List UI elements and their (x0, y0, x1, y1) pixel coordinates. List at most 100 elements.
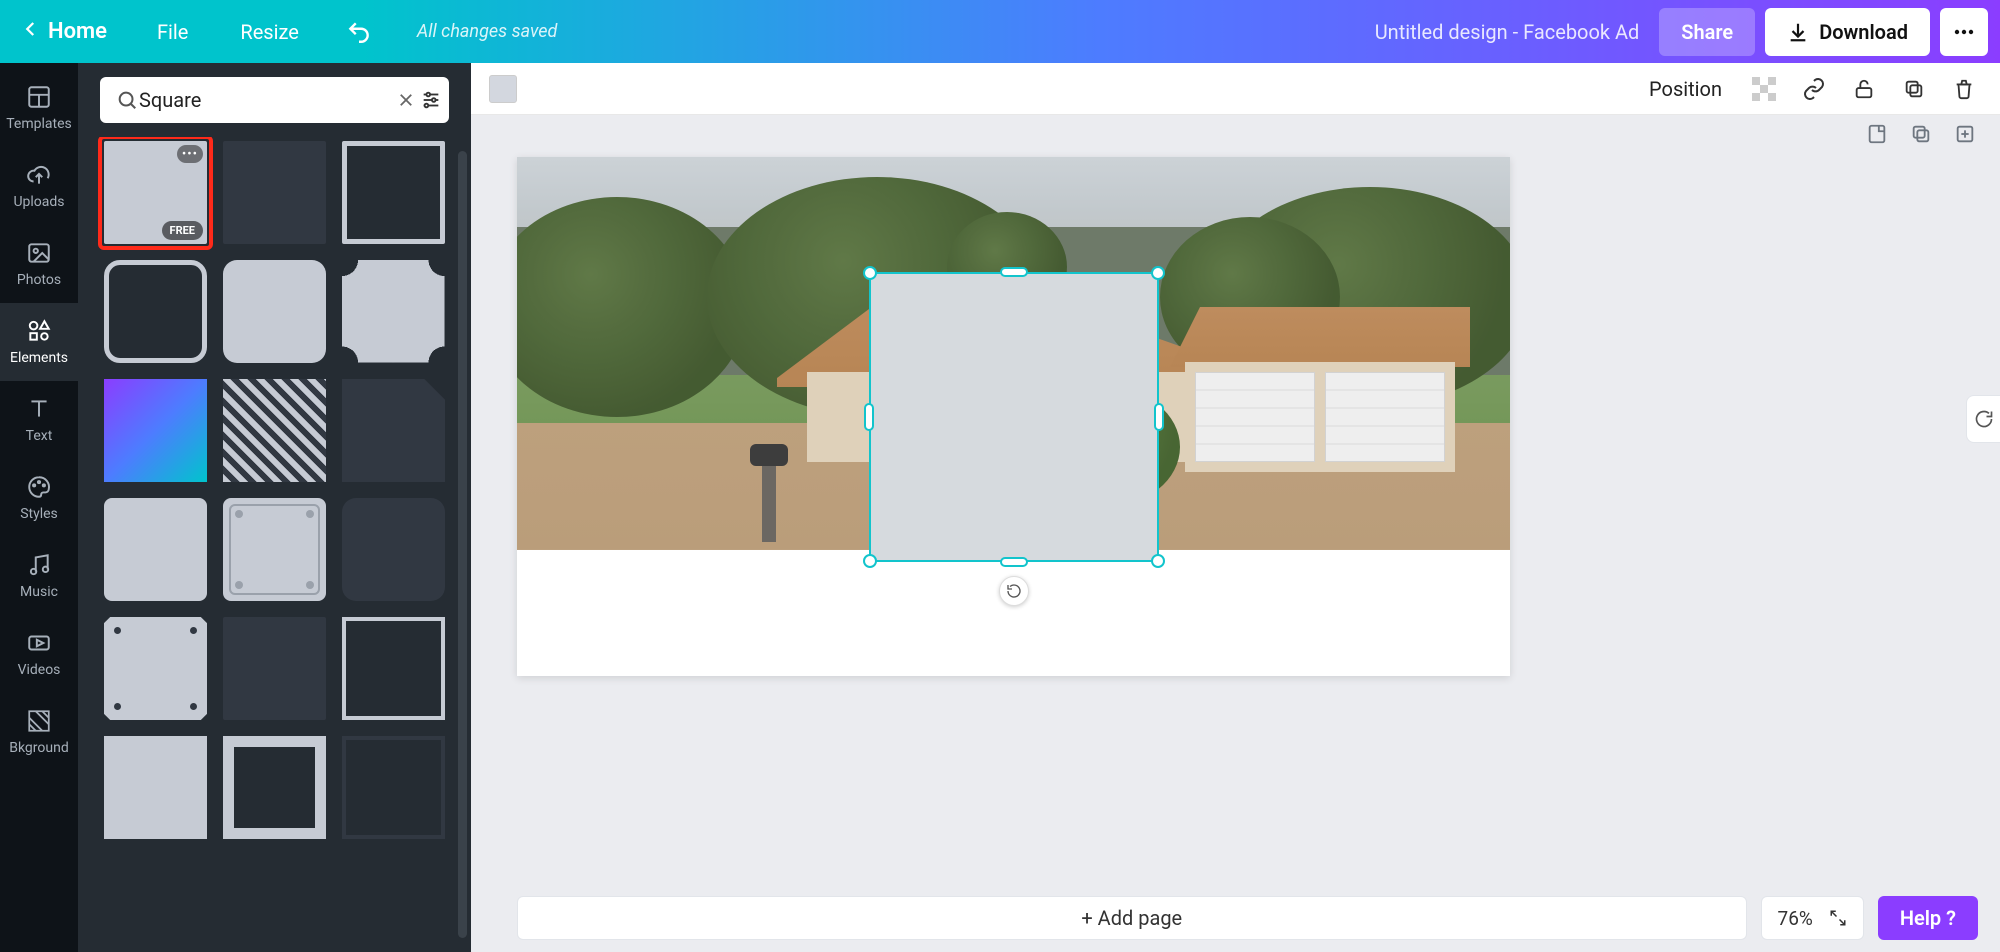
panel-scrollbar[interactable] (458, 151, 467, 938)
rail-label: Text (26, 428, 53, 444)
canvas-page[interactable] (517, 157, 1510, 676)
element-thumb[interactable] (338, 732, 449, 843)
resize-handle-nw[interactable] (863, 266, 877, 280)
element-thumb[interactable] (219, 732, 330, 843)
link-button[interactable] (1796, 71, 1832, 107)
bottom-bar: + Add page 76% Help ? (517, 896, 1978, 940)
download-button[interactable]: Download (1765, 8, 1930, 56)
rail-uploads[interactable]: Uploads (0, 147, 78, 225)
rotate-handle[interactable] (999, 576, 1029, 606)
resize-handle-n[interactable] (1000, 267, 1028, 277)
rail-label: Music (20, 584, 58, 600)
element-thumb[interactable] (100, 613, 211, 724)
home-label: Home (48, 19, 107, 44)
duplicate-button[interactable] (1896, 71, 1932, 107)
undo-button[interactable] (339, 12, 379, 52)
thumb-more-button[interactable]: ••• (177, 145, 203, 163)
element-thumb[interactable] (100, 494, 211, 605)
clear-search-button[interactable] (393, 83, 418, 117)
position-button[interactable]: Position (1639, 71, 1732, 107)
resize-handle-e[interactable] (1154, 403, 1164, 431)
fill-color-swatch[interactable] (489, 75, 517, 103)
rail-text[interactable]: Text (0, 381, 78, 459)
rail-photos[interactable]: Photos (0, 225, 78, 303)
delete-button[interactable] (1946, 71, 1982, 107)
free-badge: FREE (162, 221, 203, 240)
rail-bkground[interactable]: Bkground (0, 693, 78, 771)
rail-templates[interactable]: Templates (0, 69, 78, 147)
lock-open-icon (1853, 78, 1875, 100)
results-area: ••• FREE (78, 137, 471, 952)
element-thumb[interactable]: ••• FREE (100, 137, 211, 248)
rail-label: Uploads (13, 194, 64, 210)
copy-icon (1903, 78, 1925, 100)
sliders-icon (420, 89, 442, 111)
selected-element[interactable] (869, 272, 1159, 562)
add-page-button[interactable]: + Add page (517, 896, 1747, 940)
resize-handle-sw[interactable] (863, 554, 877, 568)
element-thumb[interactable] (338, 494, 449, 605)
shapes-icon (26, 318, 52, 344)
canvas-area: + Add page 76% Help ? (471, 115, 2000, 952)
element-thumb[interactable] (219, 137, 330, 248)
search-input[interactable] (139, 88, 393, 112)
document-title[interactable]: Untitled design - Facebook Ad (1375, 20, 1640, 44)
element-thumb[interactable] (100, 732, 211, 843)
help-button[interactable]: Help ? (1878, 896, 1978, 940)
resize-handle-s[interactable] (1000, 557, 1028, 567)
resize-handle-w[interactable] (864, 403, 874, 431)
element-thumb[interactable] (338, 137, 449, 248)
more-menu-button[interactable] (1940, 8, 1988, 56)
dots-horizontal-icon (1952, 20, 1976, 44)
home-button[interactable]: Home (12, 13, 117, 50)
element-thumb[interactable] (219, 256, 330, 367)
file-menu[interactable]: File (145, 14, 200, 50)
element-thumb[interactable] (219, 494, 330, 605)
element-thumb[interactable] (338, 375, 449, 486)
cloud-upload-icon (26, 162, 52, 188)
checker-icon (1752, 77, 1776, 101)
text-icon (26, 396, 52, 422)
duplicate-page-button[interactable] (1908, 121, 1934, 147)
context-toolbar: Position (471, 63, 2000, 115)
element-thumb[interactable] (219, 375, 330, 486)
rail-label: Templates (6, 116, 72, 132)
page-notes-button[interactable] (1864, 121, 1890, 147)
rail-label: Videos (18, 662, 61, 678)
zoom-value: 76% (1778, 907, 1813, 930)
element-thumb[interactable] (338, 613, 449, 724)
link-icon (1802, 77, 1826, 101)
resize-menu[interactable]: Resize (228, 14, 311, 50)
element-thumb[interactable] (338, 256, 449, 367)
rail-elements[interactable]: Elements (0, 303, 78, 381)
save-status: All changes saved (417, 21, 558, 42)
search-icon (114, 83, 139, 117)
trash-icon (1953, 78, 1975, 100)
resize-handle-se[interactable] (1151, 554, 1165, 568)
element-thumb[interactable] (100, 256, 211, 367)
close-icon (397, 91, 415, 109)
chevron-left-icon (22, 19, 40, 44)
rotate-icon (1006, 583, 1022, 599)
rail-music[interactable]: Music (0, 537, 78, 615)
hatch-icon (26, 708, 52, 734)
zoom-control[interactable]: 76% (1761, 896, 1864, 940)
transparency-button[interactable] (1746, 71, 1782, 107)
rail-label: Styles (20, 506, 58, 522)
side-rail: Templates Uploads Photos Elements Text S… (0, 63, 78, 952)
resync-button[interactable] (1966, 395, 2000, 443)
rail-label: Elements (10, 350, 68, 366)
resize-handle-ne[interactable] (1151, 266, 1165, 280)
elements-panel: ••• FREE (78, 63, 471, 952)
download-icon (1787, 21, 1809, 43)
element-thumb[interactable] (100, 375, 211, 486)
palette-icon (26, 474, 52, 500)
lock-button[interactable] (1846, 71, 1882, 107)
element-thumb[interactable] (219, 613, 330, 724)
rail-videos[interactable]: Videos (0, 615, 78, 693)
rail-styles[interactable]: Styles (0, 459, 78, 537)
share-button[interactable]: Share (1659, 8, 1755, 56)
add-page-icon-button[interactable] (1952, 121, 1978, 147)
search-row (100, 77, 449, 123)
search-filters-button[interactable] (418, 83, 443, 117)
